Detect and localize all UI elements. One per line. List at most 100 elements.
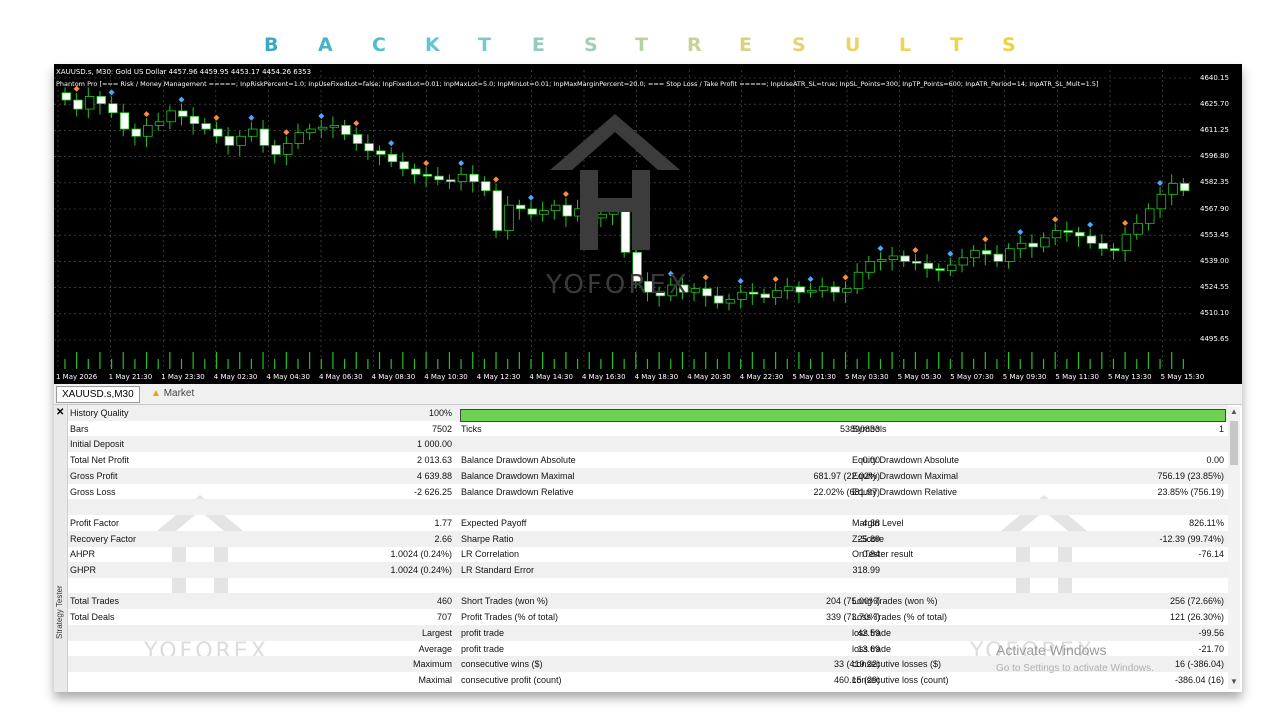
price-label: 4539.00 xyxy=(1200,256,1229,265)
report-label: consecutive wins ($) xyxy=(461,659,543,670)
trade-marker xyxy=(213,114,220,121)
chart-watermark: YOFOREX xyxy=(540,102,690,302)
candle-body xyxy=(247,128,258,137)
report-value: 1 000.00 xyxy=(416,439,452,450)
report-value: -2 626.25 xyxy=(413,486,452,497)
report-label: profit trade xyxy=(461,643,505,654)
title-letter: S xyxy=(584,34,598,56)
report-value: 1.77 xyxy=(434,517,452,528)
report-row: Gross Profit 4 639.88 Balance Drawdown Max… xyxy=(68,467,1228,484)
report-row: AHPR 1.0024 (0.24%) LR Correlation 0.84 OnTe… xyxy=(68,546,1228,562)
report-row: Total Net Profit 2 013.63 Balance Drawdown… xyxy=(68,452,1228,468)
side-panel: ✕ Strategy Tester xyxy=(54,405,68,692)
report-row: Largest profit trade 42.59 loss trade -99.56 xyxy=(68,624,1228,641)
candle-body xyxy=(504,204,514,231)
scroll-down-icon[interactable]: ▼ xyxy=(1230,677,1238,686)
report-value: 7502 xyxy=(431,423,452,434)
report-label: Balance Drawdown Relative xyxy=(461,486,574,497)
time-label: 5 May 03:30 xyxy=(845,373,889,381)
scroll-up-icon[interactable]: ▲ xyxy=(1230,407,1238,416)
chart-tabs: XAUUSD.s,M30 ▲ Market xyxy=(54,384,1242,405)
candle-body xyxy=(923,262,934,270)
candle-body xyxy=(480,181,491,192)
candle-body xyxy=(84,96,95,110)
candle-body xyxy=(352,134,363,144)
report-value: 318.99 xyxy=(852,565,880,575)
candle-body xyxy=(213,128,223,137)
candle-body xyxy=(900,255,910,262)
title-letter: E xyxy=(739,34,752,56)
report-label: Balance Drawdown Absolute xyxy=(461,455,576,466)
report-label: Margin Level xyxy=(852,517,904,528)
candle-body xyxy=(1051,230,1062,239)
scrollbar[interactable]: ▲ ▼ xyxy=(1228,407,1240,689)
bag-icon: ▲ xyxy=(151,388,161,399)
candle-body xyxy=(1075,231,1085,237)
report-row: Total Deals 707 Profit Trades (% of total)… xyxy=(68,609,1228,625)
trade-marker xyxy=(423,160,430,167)
report-label: Initial Deposit xyxy=(70,439,125,450)
candle-body xyxy=(236,135,246,146)
report-label: Profit Factor xyxy=(70,517,120,528)
report-value: 826.11% xyxy=(1189,517,1224,528)
candle-body xyxy=(865,260,875,273)
report-label: Total Net Profit xyxy=(70,455,130,466)
candle-body xyxy=(1086,235,1097,244)
trade-marker xyxy=(807,276,814,283)
time-label: 5 May 13:30 xyxy=(1108,373,1152,381)
candle-body xyxy=(958,257,969,266)
candle-body xyxy=(795,286,805,293)
report-label: Short Trades (won %) xyxy=(461,596,549,607)
price-label: 4553.45 xyxy=(1200,230,1229,239)
candle-body xyxy=(1156,193,1167,210)
candle-body xyxy=(61,92,72,101)
time-label: 5 May 05:30 xyxy=(897,373,942,381)
candle-body xyxy=(807,290,817,293)
expert-params: Phantom Pro [=== Risk / Money Management… xyxy=(56,80,1099,88)
report-label: Loss Trades (% of total) xyxy=(852,612,948,623)
report-value: -76.14 xyxy=(1198,549,1224,560)
candle-body xyxy=(411,168,421,175)
report-label: consecutive loss (count) xyxy=(852,674,949,685)
tab-symbol[interactable]: XAUUSD.s,M30 xyxy=(56,386,140,403)
price-chart[interactable]: YOFOREX XAUUSD.s, M30: Gold US Dollar 44… xyxy=(54,64,1242,384)
report-value: 2.66 xyxy=(434,533,452,544)
report-value: 2 013.63 xyxy=(416,455,452,466)
tab-market[interactable]: ▲ Market xyxy=(146,386,199,401)
candle-body xyxy=(970,250,980,259)
title-letter: A xyxy=(318,34,333,56)
candle-body xyxy=(737,291,747,300)
close-icon[interactable]: ✕ xyxy=(56,407,64,418)
report-value: 460 xyxy=(436,596,452,607)
candle-body xyxy=(1179,183,1190,192)
candle-body xyxy=(1040,237,1050,248)
trade-marker xyxy=(527,194,534,201)
report-value: 4 639.88 xyxy=(416,470,452,481)
report-value: 23.85% (756.19) xyxy=(1157,486,1224,497)
candle-body xyxy=(1145,208,1155,224)
candle-body xyxy=(1098,242,1108,250)
candle-body xyxy=(702,288,712,297)
candle-body xyxy=(981,250,992,255)
price-label: 4611.25 xyxy=(1200,126,1229,135)
report-value: 707 xyxy=(436,612,452,623)
report-label: Profit Trades (% of total) xyxy=(461,612,559,623)
candle-body xyxy=(201,123,211,130)
candle-body xyxy=(935,268,945,271)
trade-marker xyxy=(842,274,849,281)
report-label: AHPR xyxy=(70,549,96,560)
candle-body xyxy=(1168,183,1178,195)
trade-marker xyxy=(737,277,744,284)
title-letter: T xyxy=(635,34,648,56)
trade-marker xyxy=(388,140,395,147)
report-label: Total Deals xyxy=(70,612,115,623)
time-label: 5 May 15:30 xyxy=(1160,373,1205,381)
candle-body xyxy=(1028,242,1038,248)
time-label: 4 May 06:30 xyxy=(319,373,363,381)
scroll-thumb[interactable] xyxy=(1230,421,1238,465)
candle-body xyxy=(1110,248,1120,251)
report-value: -386.04 (16) xyxy=(1174,674,1224,685)
report-label: Equity Drawdown Relative xyxy=(852,486,958,497)
candle-body xyxy=(993,253,1004,262)
report-label: profit trade xyxy=(461,627,505,638)
